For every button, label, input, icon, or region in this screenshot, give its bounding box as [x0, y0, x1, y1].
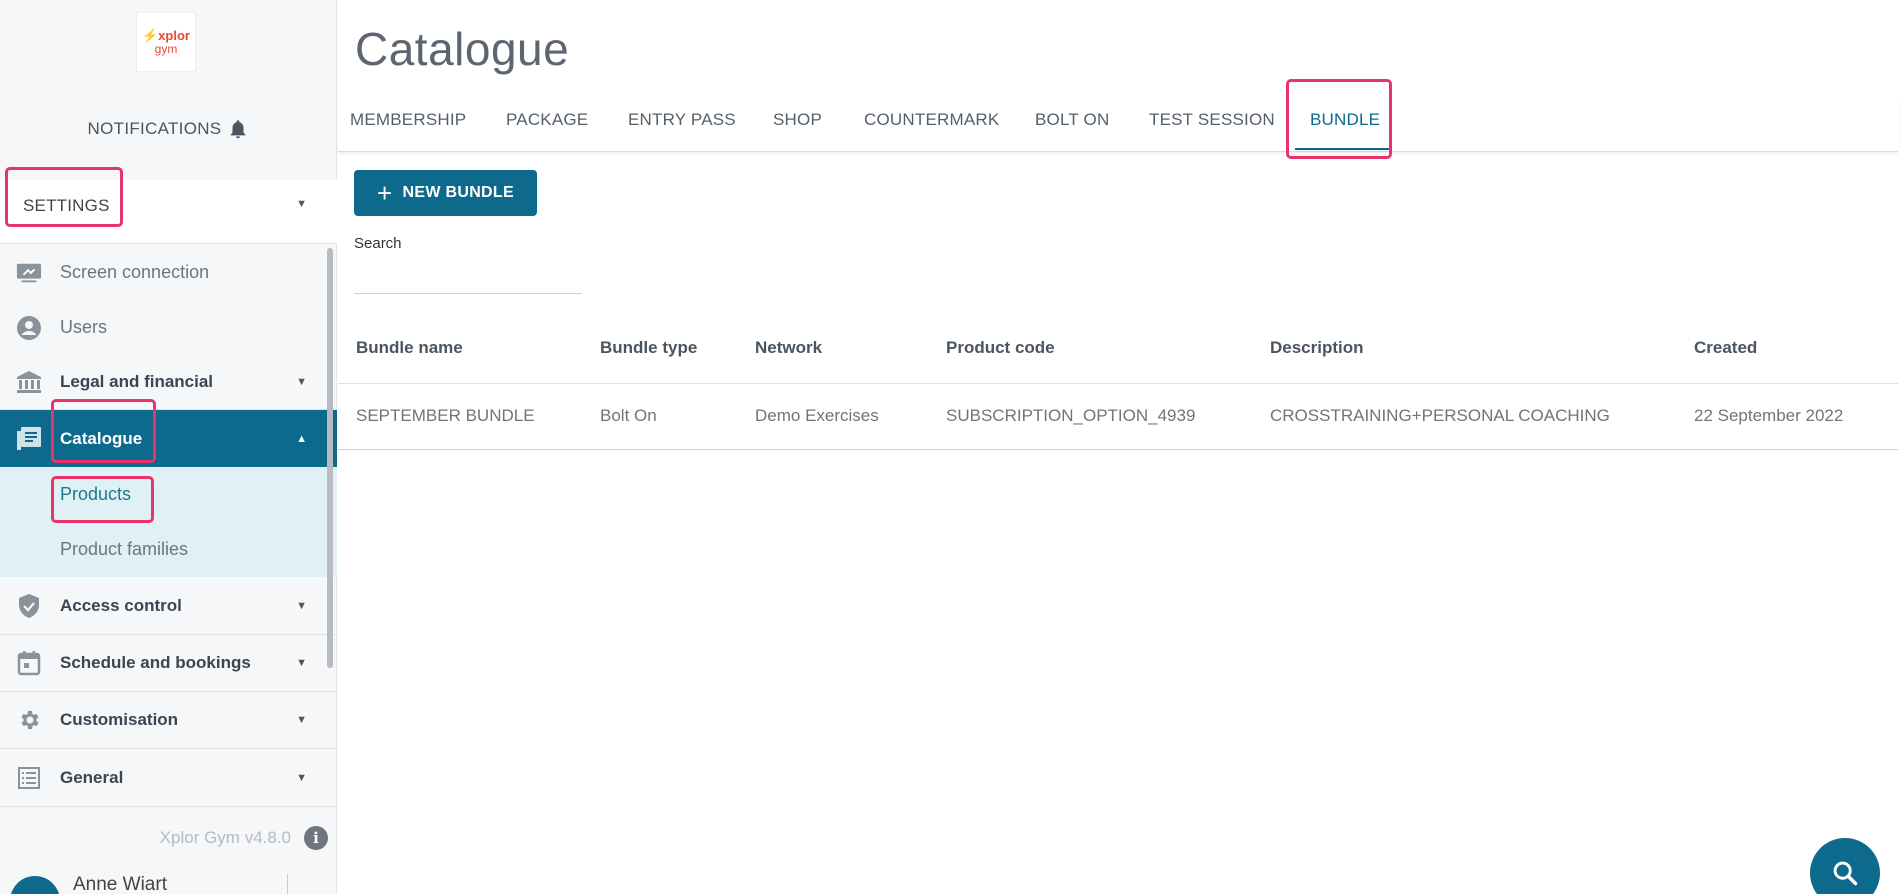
tab-test-session[interactable]: TEST SESSION	[1149, 110, 1275, 130]
sidebar-nav: Screen connection Users Legal and financ…	[0, 245, 337, 807]
catalogue-tabs: MEMBERSHIP PACKAGE ENTRY PASS SHOP COUNT…	[338, 96, 1898, 152]
shield-icon	[16, 593, 42, 619]
sidebar-item-label: Catalogue	[60, 428, 143, 448]
search-label: Search	[354, 235, 402, 252]
sidebar-item-screen-connection[interactable]: Screen connection	[0, 245, 337, 300]
column-header-description[interactable]: Description	[1270, 338, 1364, 358]
search-fab-button[interactable]	[1810, 838, 1880, 894]
sidebar-item-schedule-bookings[interactable]: Schedule and bookings ▼	[0, 635, 337, 692]
chevron-up-icon: ▲	[296, 432, 307, 445]
tab-shop[interactable]: SHOP	[773, 110, 822, 130]
new-bundle-button[interactable]: + NEW BUNDLE	[354, 170, 537, 216]
plus-icon: +	[377, 178, 393, 208]
cell-bundle-type: Bolt On	[600, 406, 657, 425]
logo-text-bottom: gym	[154, 41, 178, 56]
sidebar-item-label: Legal and financial	[60, 372, 214, 391]
tab-bundle[interactable]: BUNDLE	[1310, 110, 1380, 130]
table-header: Bundle name Bundle type Network Product …	[338, 320, 1898, 384]
sidebar-item-customisation[interactable]: Customisation ▼	[0, 692, 337, 749]
column-header-bundle-type[interactable]: Bundle type	[600, 338, 697, 358]
sidebar-item-access-control[interactable]: Access control ▼	[0, 577, 337, 635]
sidebar-subitem-products[interactable]: Products	[0, 467, 337, 522]
bank-icon	[16, 369, 42, 395]
settings-label: SETTINGS	[23, 196, 110, 215]
column-header-product-code[interactable]: Product code	[946, 338, 1055, 358]
cell-description: CROSSTRAINING+PERSONAL COACHING	[1270, 406, 1610, 425]
tab-membership[interactable]: MEMBERSHIP	[350, 110, 466, 130]
sidebar-item-label: Users	[60, 317, 108, 337]
sidebar-subitem-label: Products	[60, 484, 132, 504]
user-name: Anne Wiart	[73, 874, 167, 894]
column-header-bundle-name[interactable]: Bundle name	[356, 338, 463, 358]
sidebar-item-label: Access control	[60, 595, 182, 615]
xplor-gym-logo[interactable]: ⚡xplor gym	[136, 12, 196, 72]
bundle-table: Bundle name Bundle type Network Product …	[338, 320, 1898, 450]
tab-bolt-on[interactable]: BOLT ON	[1035, 110, 1109, 130]
main-content: Catalogue MEMBERSHIP PACKAGE ENTRY PASS …	[338, 0, 1904, 894]
sidebar-item-label: Screen connection	[60, 262, 210, 282]
search-input[interactable]	[354, 258, 582, 294]
calendar-icon	[16, 650, 42, 676]
sidebar-item-general[interactable]: General ▼	[0, 749, 337, 807]
page-title: Catalogue	[355, 23, 570, 75]
search-icon	[1833, 861, 1858, 886]
cell-created: 22 September 2022	[1694, 406, 1844, 425]
info-icon[interactable]: i	[304, 826, 328, 850]
settings-select[interactable]: SETTINGS ▼	[0, 180, 337, 244]
catalogue-submenu: Products Product families	[0, 467, 337, 577]
version-label: Xplor Gym v4.8.0	[159, 828, 291, 847]
chevron-down-icon: ▼	[296, 198, 307, 210]
tab-countermark[interactable]: COUNTERMARK	[864, 110, 999, 130]
notifications-label: NOTIFICATIONS	[87, 119, 222, 138]
list-icon	[16, 765, 42, 791]
tab-package[interactable]: PACKAGE	[506, 110, 588, 130]
catalogue-icon	[16, 426, 42, 452]
column-header-network[interactable]: Network	[755, 338, 822, 358]
chevron-down-icon: ▼	[296, 714, 307, 726]
chevron-down-icon: ▼	[296, 599, 307, 612]
sidebar-item-label: General	[60, 767, 124, 787]
chevron-down-icon: ▼	[296, 376, 307, 388]
avatar[interactable]	[10, 876, 60, 894]
sidebar-item-users[interactable]: Users	[0, 300, 337, 355]
chevron-down-icon: ▼	[296, 657, 307, 669]
sidebar-item-label: Schedule and bookings	[60, 653, 251, 672]
tab-entry-pass[interactable]: ENTRY PASS	[628, 110, 736, 130]
chevron-down-icon: ▼	[296, 771, 307, 784]
user-divider	[287, 874, 288, 894]
sidebar-item-legal-financial[interactable]: Legal and financial ▼	[0, 355, 337, 410]
logo-text-top: ⚡xplor	[142, 27, 190, 43]
notifications-link[interactable]: NOTIFICATIONS	[0, 118, 337, 140]
gear-icon	[16, 707, 42, 733]
column-header-created[interactable]: Created	[1694, 338, 1757, 358]
sidebar-item-label: Customisation	[60, 710, 179, 729]
table-row[interactable]: SEPTEMBER BUNDLE Bolt On Demo Exercises …	[338, 384, 1898, 450]
sidebar: ⚡xplor gym NOTIFICATIONS SETTINGS ▼ Scre…	[0, 0, 337, 894]
sidebar-subitem-label: Product families	[60, 539, 189, 559]
sidebar-item-catalogue[interactable]: Catalogue ▲	[0, 410, 337, 467]
cell-bundle-name: SEPTEMBER BUNDLE	[356, 406, 535, 425]
cell-network: Demo Exercises	[755, 406, 879, 425]
screen-icon	[16, 260, 42, 286]
user-icon	[16, 315, 42, 341]
sidebar-scrollbar[interactable]	[327, 248, 333, 668]
sidebar-subitem-product-families[interactable]: Product families	[0, 522, 337, 577]
new-bundle-label: NEW BUNDLE	[402, 184, 514, 201]
active-tab-indicator	[1295, 148, 1391, 150]
bell-icon	[231, 120, 246, 139]
cell-product-code: SUBSCRIPTION_OPTION_4939	[946, 406, 1196, 425]
